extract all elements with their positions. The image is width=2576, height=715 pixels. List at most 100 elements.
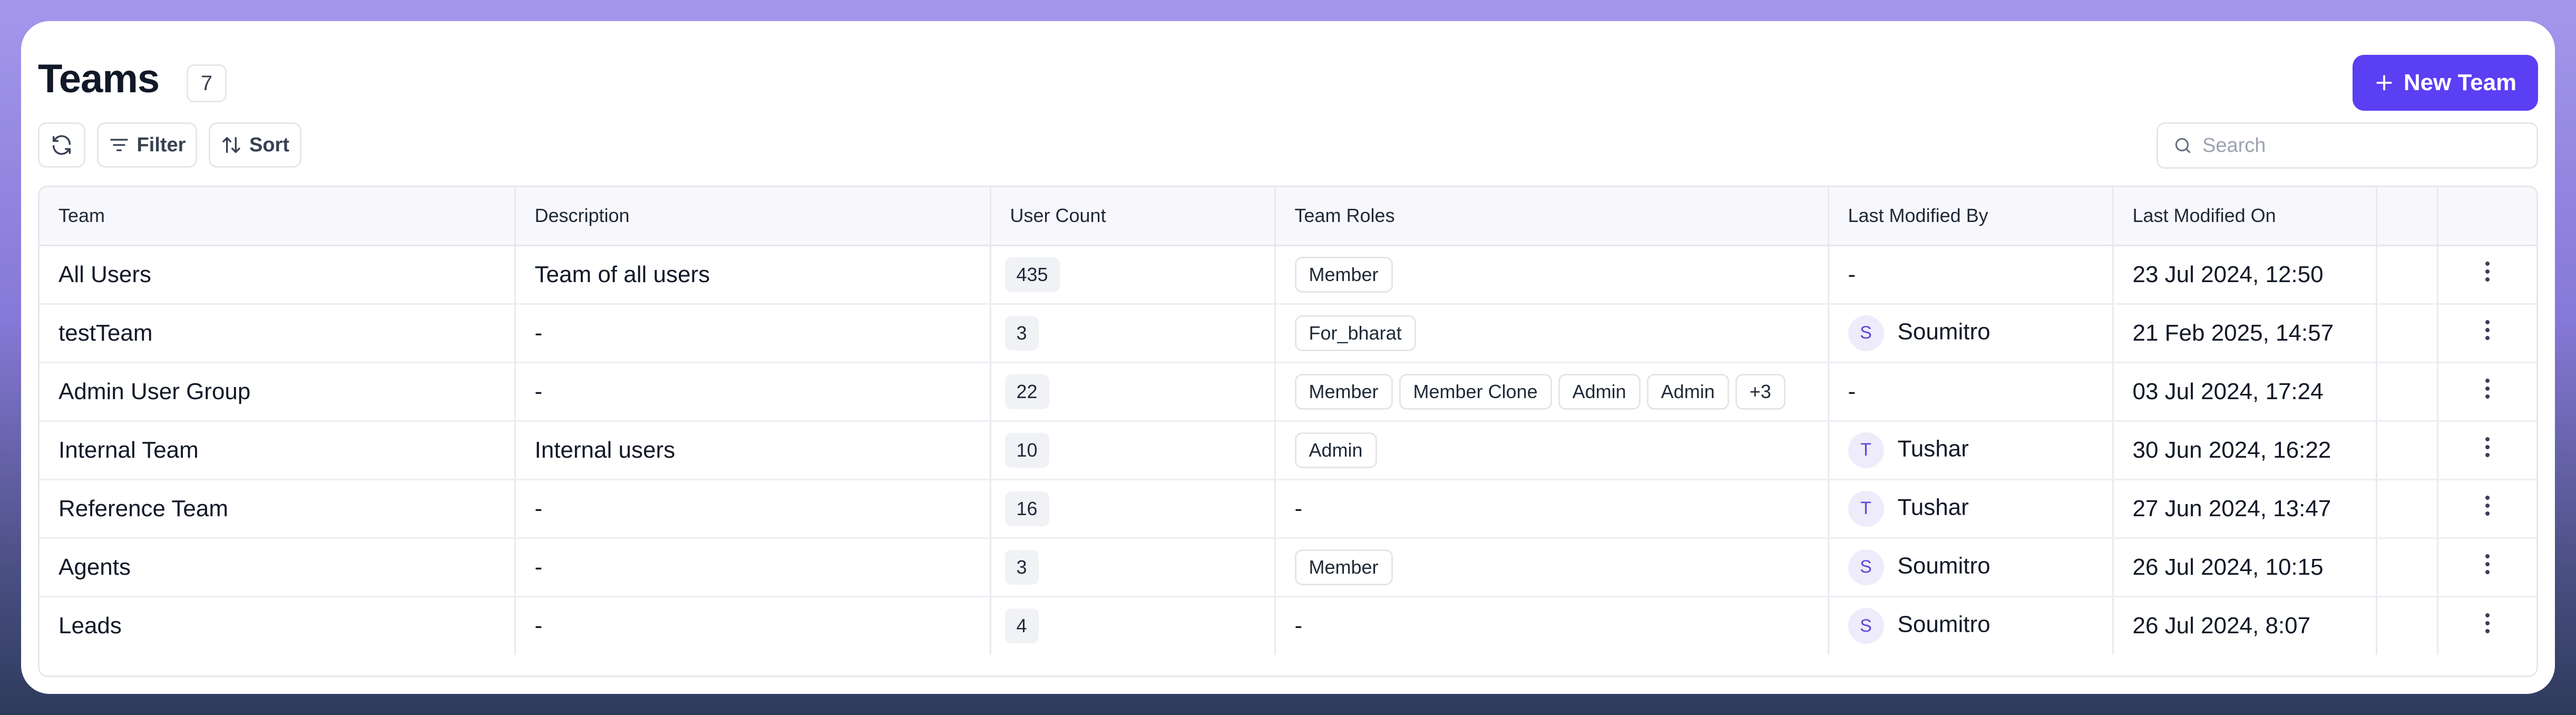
team-description: -	[515, 362, 991, 422]
user-count-badge: 22	[1004, 374, 1049, 409]
team-name[interactable]: Internal Team	[40, 421, 516, 480]
filter-label: Filter	[136, 133, 186, 156]
last-modified-by-cell: S Soumitro	[1828, 304, 2114, 363]
last-modified-on: 23 Jul 2024, 12:50	[2113, 245, 2377, 305]
last-modified-by-cell: S Soumitro	[1828, 538, 2114, 597]
last-modified-on: 03 Jul 2024, 17:24	[2113, 362, 2377, 422]
row-actions-cell[interactable]	[2437, 304, 2536, 363]
team-name[interactable]: Agents	[40, 538, 516, 597]
sort-icon	[222, 137, 240, 153]
last-modified-on: 30 Jun 2024, 16:22	[2113, 421, 2377, 480]
team-roles-cell: Member Member Clone Admin Admin +3	[1275, 362, 1829, 422]
user-count-cell: 3	[990, 304, 1276, 363]
user-count-badge: 3	[1004, 315, 1039, 351]
team-roles-cell: Admin	[1275, 421, 1829, 480]
spacer-cell	[2376, 421, 2438, 480]
last-modified-on: 21 Feb 2025, 14:57	[2113, 304, 2377, 363]
team-name[interactable]: testTeam	[40, 304, 516, 363]
row-actions-cell[interactable]	[2437, 421, 2536, 480]
row-actions-cell[interactable]	[2437, 596, 2536, 655]
teams-table: Team Description User Count Team Roles L…	[38, 186, 2538, 677]
role-chip: For_bharat	[1294, 315, 1416, 351]
column-header-last-modified-by[interactable]: Last Modified By	[1828, 187, 2114, 246]
table-row[interactable]: testTeam -3 For_bharat S Soumitro 21 Feb 2025…	[40, 304, 2536, 363]
filter-button[interactable]: Filter	[97, 122, 197, 168]
modified-by-name: Soumitro	[1897, 553, 1990, 579]
spacer-cell	[2376, 304, 2438, 363]
column-header-team-roles[interactable]: Team Roles	[1275, 187, 1829, 246]
row-actions-cell[interactable]	[2437, 245, 2536, 305]
roles-empty: -	[1294, 495, 1303, 521]
page-title: Teams	[38, 56, 160, 101]
search-input[interactable]	[2202, 134, 2519, 157]
new-team-button[interactable]: New Team	[2353, 55, 2538, 111]
avatar: T	[1848, 490, 1884, 527]
column-header-last-modified-on[interactable]: Last Modified On	[2113, 187, 2377, 246]
team-count-badge: 7	[187, 64, 227, 102]
modified-by-name: Soumitro	[1897, 318, 1990, 345]
user-count-badge: 435	[1004, 257, 1060, 292]
team-description: -	[515, 596, 991, 655]
row-actions-cell[interactable]	[2437, 362, 2536, 422]
user-count-cell: 22	[990, 362, 1276, 422]
team-name[interactable]: Admin User Group	[40, 362, 516, 422]
column-header-spacer	[2376, 187, 2438, 246]
kebab-menu-icon[interactable]	[2484, 378, 2491, 399]
column-header-description[interactable]: Description	[515, 187, 991, 246]
last-modified-by-cell: -	[1828, 362, 2114, 422]
column-header-user-count[interactable]: User Count	[990, 187, 1276, 246]
last-modified-on: 26 Jul 2024, 8:07	[2113, 596, 2377, 655]
modified-by-name: Tushar	[1897, 494, 1969, 520]
avatar: S	[1848, 315, 1884, 351]
modified-by-name: Soumitro	[1897, 611, 1990, 637]
table-row[interactable]: Internal Team Internal users 10 Admin T Tusha…	[40, 421, 2536, 480]
teams-panel: Teams 7 New Team Filter Sort Search Team…	[21, 21, 2555, 694]
last-modified-on: 27 Jun 2024, 13:47	[2113, 479, 2377, 539]
refresh-button[interactable]	[38, 122, 85, 168]
user-count-cell: 435	[990, 245, 1276, 305]
team-roles-cell: Member	[1275, 538, 1829, 597]
team-roles-cell: -	[1275, 596, 1829, 655]
spacer-cell	[2376, 362, 2438, 422]
kebab-menu-icon[interactable]	[2484, 437, 2491, 458]
table-row[interactable]: Leads -4- S Soumitro 26 Jul 2024, 8:07	[40, 596, 2536, 655]
team-roles-cell: Member	[1275, 245, 1829, 305]
column-header-team[interactable]: Team	[40, 187, 516, 246]
search-box[interactable]	[2157, 122, 2538, 169]
refresh-icon	[52, 135, 71, 155]
table-row[interactable]: Admin User Group -22 Member Member Clone Adm…	[40, 362, 2536, 422]
team-roles-cell: For_bharat	[1275, 304, 1829, 363]
row-actions-cell[interactable]	[2437, 479, 2536, 539]
table-row[interactable]: All Users Team of all users 435 Member - 23 J…	[40, 245, 2536, 305]
spacer-cell	[2376, 245, 2438, 305]
team-description: Team of all users	[515, 245, 991, 305]
table-row[interactable]: Reference Team -16- T Tushar 27 Jun 2024, 13…	[40, 479, 2536, 539]
avatar: S	[1848, 608, 1884, 644]
team-name[interactable]: Reference Team	[40, 479, 516, 539]
table-row[interactable]: Agents -3 Member S Soumitro 26 Jul 2024, 10:1…	[40, 538, 2536, 597]
search-icon	[2175, 138, 2191, 153]
kebab-menu-icon[interactable]	[2484, 554, 2491, 575]
role-chip: Member Clone	[1399, 373, 1552, 410]
row-actions-cell[interactable]	[2437, 538, 2536, 597]
kebab-menu-icon[interactable]	[2484, 495, 2491, 516]
last-modified-by-cell: T Tushar	[1828, 479, 2114, 539]
role-chip: +3	[1735, 373, 1785, 410]
sort-button[interactable]: Sort	[209, 122, 301, 168]
user-count-cell: 3	[990, 538, 1276, 597]
kebab-menu-icon[interactable]	[2484, 320, 2491, 341]
roles-empty: -	[1294, 613, 1303, 639]
spacer-cell	[2376, 538, 2438, 597]
user-count-badge: 3	[1004, 549, 1039, 585]
team-name[interactable]: All Users	[40, 245, 516, 305]
last-modified-by-cell: -	[1828, 245, 2114, 305]
filter-icon	[110, 139, 128, 151]
user-count-cell: 10	[990, 421, 1276, 480]
avatar: S	[1848, 549, 1884, 585]
kebab-menu-icon[interactable]	[2484, 613, 2491, 634]
user-count-cell: 4	[990, 596, 1276, 655]
kebab-menu-icon[interactable]	[2484, 261, 2491, 282]
team-name[interactable]: Leads	[40, 596, 516, 655]
user-count-badge: 4	[1004, 608, 1039, 644]
role-chip: Member	[1294, 373, 1393, 410]
